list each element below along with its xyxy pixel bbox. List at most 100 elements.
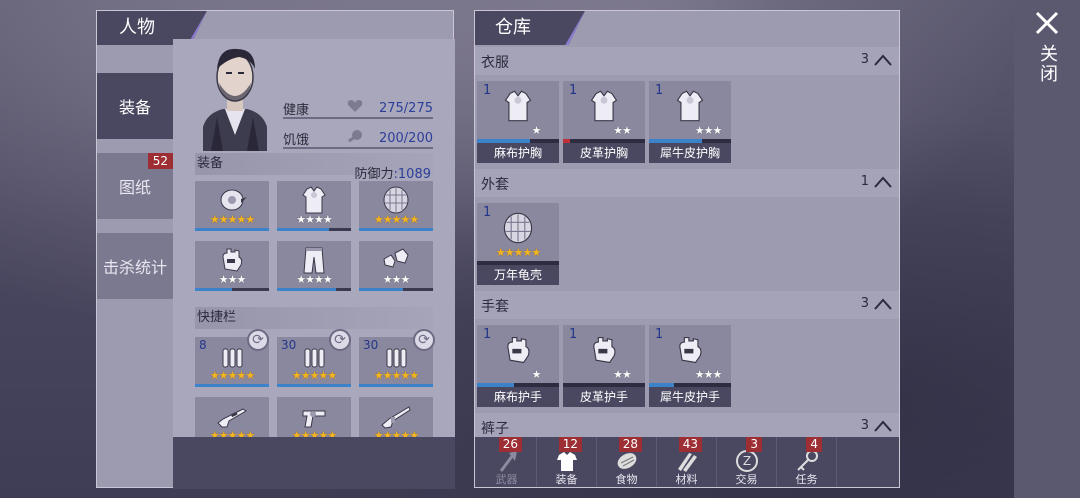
- equipment-slot[interactable]: ★★★★: [277, 181, 351, 231]
- tab-count-badge: 12: [558, 437, 582, 452]
- star-rating: ★★: [613, 124, 632, 137]
- trade-icon: Z: [736, 450, 758, 472]
- star-rating: ★★★: [694, 124, 723, 137]
- chevron-up-icon[interactable]: [873, 51, 893, 69]
- item-name: 麻布护手: [477, 387, 559, 407]
- hunger-stat: 饥饿 200/200: [283, 125, 433, 149]
- chevron-up-icon[interactable]: [873, 173, 893, 191]
- warehouse-tab[interactable]: 26 武器: [477, 437, 537, 487]
- star-rating: ★★★★★: [495, 246, 541, 259]
- warehouse-tab[interactable]: 28 食物: [597, 437, 657, 487]
- item-count: 1: [483, 327, 492, 342]
- chevron-up-icon[interactable]: [873, 295, 893, 313]
- warehouse-item[interactable]: 1 ★★★★★ 万年龟壳: [477, 203, 559, 285]
- item-count: 1: [655, 83, 664, 98]
- item-name: 皮革护胸: [563, 143, 645, 163]
- equipment-slot[interactable]: ★★★: [359, 241, 433, 291]
- side-tab-label: 图纸: [118, 178, 151, 197]
- tab-count-badge: 4: [806, 437, 822, 452]
- axe-icon: [499, 451, 517, 472]
- close-label[interactable]: 关闭: [1034, 44, 1060, 84]
- warehouse-tab[interactable]: 43 材料: [657, 437, 717, 487]
- tab-count-badge: 43: [678, 437, 702, 452]
- vest-icon: [302, 186, 326, 214]
- star-rating: ★★★: [694, 368, 723, 381]
- character-portrait[interactable]: [193, 39, 277, 151]
- blueprint-count-badge: 52: [147, 153, 173, 169]
- equipment-label: 装备: [197, 156, 224, 171]
- close-sidebar[interactable]: 关闭: [1014, 0, 1080, 498]
- side-tab-blueprints[interactable]: 图纸 52: [97, 153, 173, 219]
- category-name: 手套: [481, 299, 509, 315]
- health-label: 健康: [283, 103, 310, 118]
- tab-label: 交易: [735, 473, 758, 486]
- warehouse-title: 仓库: [475, 11, 585, 45]
- item-name: 皮革护手: [563, 387, 645, 407]
- swap-ammo-button-1[interactable]: ⟳: [247, 329, 269, 351]
- close-icon[interactable]: [1034, 10, 1060, 36]
- item-count: 30: [363, 338, 379, 352]
- equipment-slot[interactable]: ★★★: [195, 241, 269, 291]
- revolver-icon: [302, 410, 326, 428]
- tab-label: 任务: [795, 473, 818, 486]
- key-icon: [797, 450, 818, 471]
- warehouse-category-tabs: 26 武器 12 装备 28 食物 43 材料 Z 3 交易 4 任务: [475, 437, 899, 487]
- side-tab-equipment[interactable]: 装备: [97, 73, 173, 139]
- item-name: 麻布护胸: [477, 143, 559, 163]
- vest-icon: [676, 90, 704, 122]
- warehouse-item[interactable]: 1 ★ 麻布护胸: [477, 81, 559, 163]
- warehouse-item[interactable]: 1 ★ 麻布护手: [477, 325, 559, 407]
- category-name: 外套: [481, 177, 509, 193]
- tab-label: 材料: [675, 473, 698, 486]
- ammo-icon: [386, 348, 407, 368]
- star-rating: ★★★★★: [209, 369, 255, 382]
- star-rating: ★★★★: [296, 213, 332, 226]
- item-count: 1: [569, 83, 578, 98]
- star-rating: ★★★: [218, 273, 247, 286]
- shirt-icon: [557, 452, 577, 471]
- warehouse-tab[interactable]: Z 3 交易: [717, 437, 777, 487]
- health-stat: 健康 275/275: [283, 95, 433, 119]
- category-header[interactable]: 衣服 3: [475, 47, 899, 75]
- item-name: 犀牛皮护手: [649, 387, 731, 407]
- warehouse-item[interactable]: 1 ★★★ 犀牛皮护手: [649, 325, 731, 407]
- star-rating: ★★★★: [296, 273, 332, 286]
- item-count: 30: [281, 338, 297, 352]
- swap-ammo-button-2[interactable]: ⟳: [329, 329, 351, 351]
- turtle-shell-icon: [383, 186, 409, 214]
- equipment-slot[interactable]: ★★★★★: [195, 181, 269, 231]
- durability-bar: [277, 288, 337, 291]
- item-name: 犀牛皮护胸: [649, 143, 731, 163]
- equipment-slot[interactable]: ★★★★: [277, 241, 351, 291]
- shotgun-icon: [381, 406, 411, 429]
- glove-icon: [679, 336, 702, 364]
- warehouse-item[interactable]: 1 ★★ 皮革护手: [563, 325, 645, 407]
- star-rating: ★★★★★: [291, 369, 337, 382]
- warehouse-tab[interactable]: 4 任务: [777, 437, 837, 487]
- equipment-slot[interactable]: ★★★★★: [359, 181, 433, 231]
- shoes-icon: [383, 248, 409, 268]
- glove-icon: [593, 336, 616, 364]
- item-count: 1: [655, 327, 664, 342]
- star-rating: ★★: [613, 368, 632, 381]
- star-rating: ★★★★★: [373, 213, 419, 226]
- star-rating: ★★★★★: [209, 213, 255, 226]
- durability-bar: [359, 384, 433, 387]
- defense-value: :1089: [393, 167, 431, 182]
- star-rating: ★: [531, 124, 542, 137]
- swap-ammo-button-3[interactable]: ⟳: [413, 329, 435, 351]
- side-tab-kill-stats[interactable]: 击杀统计: [97, 233, 173, 299]
- warehouse-tab[interactable]: 12 装备: [537, 437, 597, 487]
- item-count: 1: [569, 327, 578, 342]
- tab-label: 武器: [495, 473, 518, 486]
- vest-icon: [590, 90, 618, 122]
- rifle-icon: [217, 408, 247, 428]
- category-header[interactable]: 手套 3: [475, 291, 899, 319]
- character-footer: [173, 437, 455, 489]
- durability-bar: [195, 288, 232, 291]
- category-header[interactable]: 外套 1: [475, 169, 899, 197]
- warehouse-item[interactable]: 1 ★★★ 犀牛皮护胸: [649, 81, 731, 163]
- warehouse-item[interactable]: 1 ★★ 皮革护胸: [563, 81, 645, 163]
- drumstick-icon: [347, 130, 362, 143]
- chevron-up-icon[interactable]: [873, 417, 893, 435]
